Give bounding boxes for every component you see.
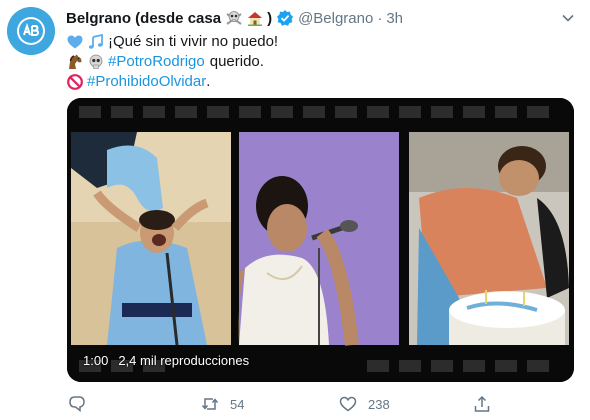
tweet-line-1: ¡Qué sin ti vivir no puedo! [66,32,566,52]
video-duration: 1:00 [83,353,109,368]
like-count: 238 [368,396,390,412]
tweet-line-2-text: querido. [209,53,264,70]
skull-icon [87,53,105,71]
hashtag-prohibidoolvidar[interactable]: #ProhibidoOlvidar [87,72,206,92]
blue-heart-icon [66,33,84,51]
tweet-line-3-text: . [206,73,211,90]
tweet-line-2: #PotroRodrigo querido. [66,52,566,72]
retweet-button[interactable]: 54 [200,394,244,414]
verified-badge-icon [276,9,294,27]
tweet-header: Belgrano (desde casa ) @Belgrano · 3h [66,8,403,28]
music-notes-icon [87,33,105,51]
separator-dot: · [377,9,383,27]
like-icon [338,394,358,414]
tweet-actions: 54 238 [0,390,590,418]
tweet-line-1-text: ¡Qué sin ti vivir no puedo! [108,33,279,50]
house-icon [246,9,264,27]
video-player[interactable]: 1:00 2,4 mil reproducciones [67,98,574,382]
tweet[interactable]: Belgrano (desde casa ) @Belgrano · 3h ¡Q… [0,0,590,420]
retweet-count: 54 [230,396,245,412]
video-stats: 1:00 2,4 mil reproducciones [83,353,249,368]
caret-down-icon[interactable] [560,10,576,26]
author-name[interactable]: Belgrano (desde casa [66,10,221,27]
tweet-line-3: #ProhibidoOlvidar . [66,72,566,92]
avatar[interactable] [7,7,55,55]
author-handle[interactable]: @Belgrano [298,10,373,27]
video-views: 2,4 mil reproducciones [118,353,250,368]
hashtag-potrorodrigo[interactable]: #PotroRodrigo [108,52,205,72]
author-name-end: ) [267,9,273,27]
retweet-icon [200,394,220,414]
video-thumbnail [67,98,574,382]
reply-icon [67,394,87,414]
tweet-text: ¡Qué sin ti vivir no puedo! #PotroRodrig… [66,32,566,92]
share-button[interactable] [472,394,492,414]
horse-icon [66,53,84,71]
like-button[interactable]: 238 [338,394,390,414]
share-icon [472,394,492,414]
skull-crossbones-icon [225,9,243,27]
timestamp[interactable]: 3h [386,10,403,27]
prohibited-icon [66,73,84,91]
reply-button[interactable] [67,394,87,414]
